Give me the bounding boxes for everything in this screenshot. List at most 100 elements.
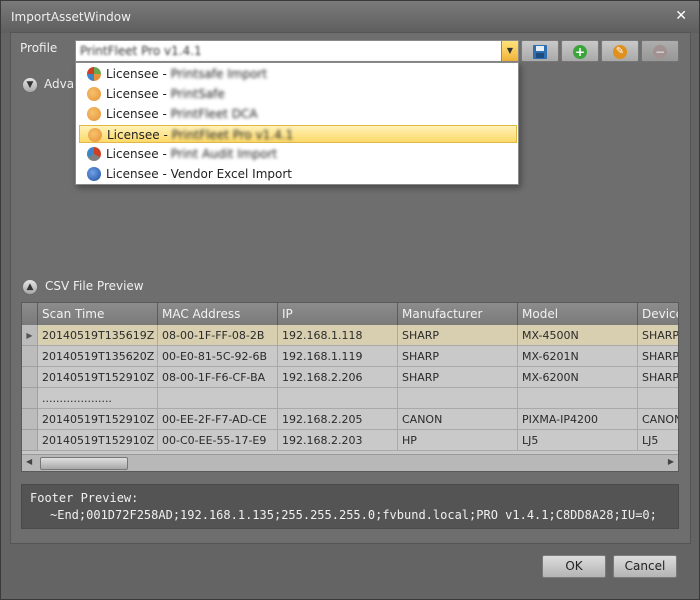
table-row[interactable]: 20140519T152910Z 00-EE-2F-F7-AD-CE 192.1… bbox=[22, 409, 678, 430]
profile-selected-value: PrintFleet Pro v1.4.1 bbox=[80, 44, 202, 58]
edit-profile-button[interactable]: ✎ bbox=[601, 40, 639, 62]
profile-option[interactable]: Licensee - PrintSafe bbox=[79, 85, 517, 103]
ok-button[interactable]: OK bbox=[542, 555, 606, 578]
title-bar[interactable]: ImportAssetWindow ✕ bbox=[1, 1, 699, 33]
table-cell[interactable]: SHARP bbox=[398, 346, 518, 367]
chevron-down-icon[interactable]: ▼ bbox=[501, 41, 518, 61]
table-cell[interactable]: .................... bbox=[38, 388, 158, 409]
column-header[interactable]: Scan Time bbox=[38, 303, 158, 325]
save-profile-button[interactable] bbox=[521, 40, 559, 62]
table-cell[interactable]: 192.168.2.203 bbox=[278, 430, 398, 451]
table-cell[interactable]: SHARP bbox=[638, 367, 678, 388]
table-row[interactable]: 20140519T152910Z 08-00-1F-F6-CF-BA 192.1… bbox=[22, 367, 678, 388]
table-row[interactable]: 20140519T135620Z 00-E0-81-5C-92-6B 192.1… bbox=[22, 346, 678, 367]
remove-profile-button[interactable]: − bbox=[641, 40, 679, 62]
table-cell[interactable]: PIXMA-IP4200 bbox=[518, 409, 638, 430]
column-header[interactable]: MAC Address bbox=[158, 303, 278, 325]
profile-logo-icon bbox=[87, 147, 101, 161]
close-icon[interactable]: ✕ bbox=[675, 8, 687, 24]
table-cell[interactable] bbox=[158, 388, 278, 409]
table-cell[interactable]: CANON bbox=[638, 409, 678, 430]
table-cell[interactable]: HP bbox=[398, 430, 518, 451]
profile-logo-icon bbox=[88, 128, 102, 142]
table-cell[interactable]: 20140519T152910Z bbox=[38, 430, 158, 451]
table-cell[interactable]: 20140519T135619Z bbox=[38, 325, 158, 346]
table-row[interactable]: .................... bbox=[22, 388, 678, 409]
footer-preview-value: ~End;001D72F258AD;192.168.1.135;255.255.… bbox=[50, 508, 657, 522]
option-name: Vendor Excel Import bbox=[170, 167, 292, 181]
csv-preview-grid[interactable]: Scan Time MAC Address IP Manufacturer Mo… bbox=[21, 302, 679, 472]
table-cell[interactable] bbox=[638, 388, 678, 409]
table-cell[interactable]: LJ5 bbox=[518, 430, 638, 451]
csv-preview-label: CSV File Preview bbox=[45, 279, 144, 293]
option-name: Print Audit Import bbox=[170, 147, 278, 161]
row-header bbox=[22, 409, 38, 430]
table-cell[interactable]: SHARP bbox=[638, 325, 678, 346]
option-prefix: Licensee - bbox=[106, 107, 171, 121]
table-row[interactable]: ▶ 20140519T135619Z 08-00-1F-FF-08-2B 192… bbox=[22, 325, 678, 346]
profile-logo-icon bbox=[87, 67, 101, 81]
table-cell[interactable]: 00-EE-2F-F7-AD-CE bbox=[158, 409, 278, 430]
chevron-up-icon: ▲ bbox=[22, 279, 38, 295]
profile-combobox[interactable]: PrintFleet Pro v1.4.1 ▼ bbox=[75, 40, 519, 62]
profile-dropdown-list[interactable]: Licensee - Printsafe Import Licensee - P… bbox=[75, 62, 519, 185]
table-cell[interactable]: MX-6200N bbox=[518, 367, 638, 388]
column-header[interactable]: Manufacturer bbox=[398, 303, 518, 325]
grid-header-row: Scan Time MAC Address IP Manufacturer Mo… bbox=[22, 303, 678, 325]
window-title: ImportAssetWindow bbox=[11, 10, 131, 24]
advanced-section-toggle[interactable]: ▼ Advan bbox=[22, 76, 82, 93]
option-name: Printsafe Import bbox=[170, 67, 268, 81]
row-header bbox=[22, 346, 38, 367]
table-cell[interactable]: 00-C0-EE-55-17-E9 bbox=[158, 430, 278, 451]
option-prefix: Licensee - bbox=[106, 87, 171, 101]
scrollbar-thumb[interactable] bbox=[40, 457, 128, 470]
option-prefix: Licensee - bbox=[106, 67, 171, 81]
table-cell[interactable]: 20140519T135620Z bbox=[38, 346, 158, 367]
table-cell[interactable]: 192.168.1.119 bbox=[278, 346, 398, 367]
option-name: PrintFleet Pro v1.4.1 bbox=[171, 128, 294, 142]
table-cell[interactable]: CANON bbox=[398, 409, 518, 430]
row-header-corner bbox=[22, 303, 38, 325]
table-cell[interactable]: 192.168.2.206 bbox=[278, 367, 398, 388]
table-cell[interactable]: 08-00-1F-FF-08-2B bbox=[158, 325, 278, 346]
row-header bbox=[22, 367, 38, 388]
row-pointer-icon: ▶ bbox=[22, 325, 38, 346]
footer-preview-panel: Footer Preview: ~End;001D72F258AD;192.16… bbox=[21, 484, 679, 529]
cancel-button[interactable]: Cancel bbox=[613, 555, 677, 578]
profile-option[interactable]: Licensee - Print Audit Import bbox=[79, 145, 517, 163]
column-header[interactable]: Model bbox=[518, 303, 638, 325]
table-cell[interactable] bbox=[518, 388, 638, 409]
profile-option[interactable]: Licensee - Vendor Excel Import bbox=[79, 165, 517, 183]
table-cell[interactable]: 00-E0-81-5C-92-6B bbox=[158, 346, 278, 367]
table-cell[interactable]: 192.168.2.205 bbox=[278, 409, 398, 430]
chevron-down-icon: ▼ bbox=[22, 77, 38, 93]
table-row[interactable]: 20140519T152910Z 00-C0-EE-55-17-E9 192.1… bbox=[22, 430, 678, 451]
table-cell[interactable]: 08-00-1F-F6-CF-BA bbox=[158, 367, 278, 388]
profile-option[interactable]: Licensee - Printsafe Import bbox=[79, 65, 517, 83]
table-cell[interactable]: SHARP bbox=[398, 325, 518, 346]
csv-preview-toggle[interactable]: ▲ CSV File Preview bbox=[22, 278, 144, 295]
column-header[interactable]: Device bbox=[638, 303, 678, 325]
table-cell[interactable] bbox=[398, 388, 518, 409]
table-cell[interactable]: LJ5 bbox=[638, 430, 678, 451]
horizontal-scrollbar[interactable]: ◀ ▶ bbox=[22, 454, 678, 471]
minus-icon: − bbox=[653, 44, 667, 59]
table-cell[interactable] bbox=[278, 388, 398, 409]
table-cell[interactable]: 192.168.1.118 bbox=[278, 325, 398, 346]
table-cell[interactable]: MX-4500N bbox=[518, 325, 638, 346]
table-cell[interactable]: MX-6201N bbox=[518, 346, 638, 367]
profile-option-selected[interactable]: Licensee - PrintFleet Pro v1.4.1 bbox=[79, 125, 517, 143]
row-header bbox=[22, 388, 38, 409]
row-header bbox=[22, 430, 38, 451]
table-cell[interactable]: 20140519T152910Z bbox=[38, 409, 158, 430]
profile-label: Profile bbox=[20, 41, 58, 55]
scroll-right-icon[interactable]: ▶ bbox=[668, 457, 674, 466]
option-prefix: Licensee - bbox=[106, 147, 171, 161]
column-header[interactable]: IP bbox=[278, 303, 398, 325]
profile-option[interactable]: Licensee - PrintFleet DCA bbox=[79, 105, 517, 123]
table-cell[interactable]: SHARP bbox=[398, 367, 518, 388]
table-cell[interactable]: SHARP bbox=[638, 346, 678, 367]
add-profile-button[interactable]: + bbox=[561, 40, 599, 62]
table-cell[interactable]: 20140519T152910Z bbox=[38, 367, 158, 388]
scroll-left-icon[interactable]: ◀ bbox=[26, 457, 32, 466]
